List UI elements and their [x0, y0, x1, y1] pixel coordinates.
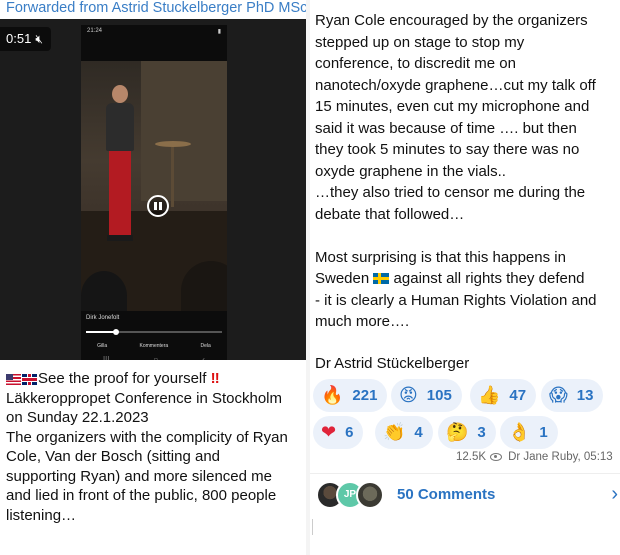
- angry-face-icon: 😡: [399, 384, 418, 406]
- video-frame: 21:24 ▮ Dirk Jonefolt Gilla Kommentera D…: [81, 25, 227, 360]
- thumbs-up-icon: 👍: [478, 384, 501, 406]
- speaker-figure: [103, 85, 137, 255]
- reaction-thinking[interactable]: 🤔 3: [438, 416, 496, 449]
- back-icon: ‹: [202, 354, 205, 361]
- reaction-thumbs-up[interactable]: 👍 47: [470, 379, 537, 412]
- channel-post: Ryan Cole encouraged by the organizers s…: [310, 0, 620, 555]
- phone-status-time: 21:24: [87, 28, 103, 34]
- stage-scene: [81, 61, 227, 311]
- eye-icon: [490, 453, 503, 461]
- commenter-avatars: JP: [316, 481, 396, 511]
- reaction-scream[interactable]: 😱 13: [541, 379, 604, 412]
- phone-status-icons: ▮: [217, 29, 221, 35]
- video-actions: Gilla Kommentera Dela: [81, 343, 227, 349]
- recents-icon: |||: [103, 354, 110, 361]
- reaction-clap[interactable]: 👏 4: [375, 416, 433, 449]
- forwarded-message-text: See the proof for yourself ‼ Läkkeroppro…: [6, 370, 288, 524]
- reaction-fire[interactable]: 🔥 221: [313, 379, 388, 412]
- forwarded-from-link[interactable]: Forwarded from Astrid Stuckelberger PhD …: [6, 0, 307, 16]
- post-meta: 12.5K Dr Jane Ruby, 05:13: [456, 451, 613, 463]
- video-progress-bar[interactable]: [86, 329, 222, 335]
- progress-handle[interactable]: [112, 329, 119, 335]
- double-exclamation-icon: ‼: [210, 370, 220, 387]
- video-timer: 0:51 🔇︎: [0, 27, 51, 51]
- video-overlay-name: Dirk Jonefolt: [86, 315, 120, 321]
- view-count: 12.5K: [456, 451, 487, 463]
- reaction-ok-hand[interactable]: 👌 1: [500, 416, 558, 449]
- phone-nav-bar: ||| ○ ‹: [81, 353, 227, 361]
- scream-face-icon: 😱: [549, 384, 568, 406]
- avatar: [356, 481, 384, 509]
- reaction-angry[interactable]: 😡 105: [391, 379, 462, 412]
- phone-status-bar: 21:24 ▮: [81, 25, 227, 39]
- message-text: Ryan Cole encouraged by the organizers s…: [315, 12, 597, 330]
- like-action[interactable]: Gilla: [97, 343, 107, 349]
- sweden-flag-icon: [373, 273, 390, 284]
- comment-action[interactable]: Kommentera: [140, 343, 169, 349]
- comments-count-label[interactable]: 50 Comments: [397, 486, 495, 503]
- chevron-right-icon[interactable]: ›: [611, 483, 618, 506]
- forwarded-post: Forwarded from Astrid Stuckelberger PhD …: [0, 0, 307, 555]
- post-author-time: Dr Jane Ruby, 05:13: [508, 451, 613, 463]
- home-icon: ○: [153, 354, 159, 361]
- thinking-face-icon: 🤔: [446, 421, 469, 443]
- us-flag-icon: [6, 374, 21, 385]
- video-player[interactable]: 0:51 🔇︎ 21:24 ▮ Dirk Jonefolt Gilla Komm…: [0, 19, 306, 360]
- pause-icon[interactable]: [147, 195, 169, 217]
- mute-icon[interactable]: 🔇︎: [35, 27, 43, 51]
- reaction-heart[interactable]: ❤ 6: [313, 416, 364, 449]
- comments-button[interactable]: JP 50 Comments ›: [310, 473, 620, 515]
- ok-hand-icon: 👌: [508, 421, 531, 443]
- clapping-hands-icon: 👏: [383, 421, 406, 443]
- fire-icon: 🔥: [321, 384, 344, 406]
- uk-flag-icon: [22, 374, 37, 385]
- heart-icon: ❤: [321, 421, 337, 443]
- share-action[interactable]: Dela: [201, 343, 211, 349]
- video-time: 0:51: [6, 31, 32, 46]
- author-signature: Dr Astrid Stückelberger: [315, 355, 470, 372]
